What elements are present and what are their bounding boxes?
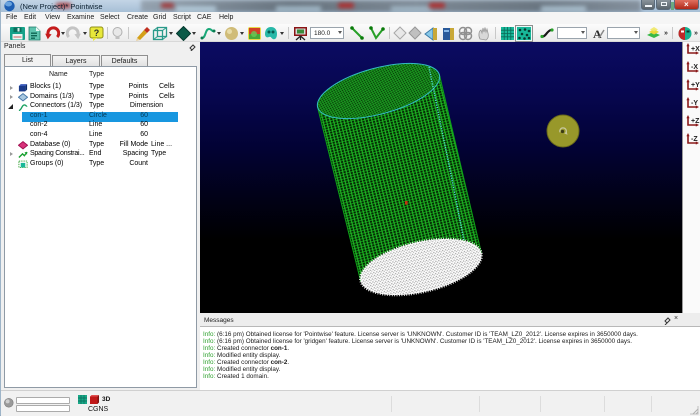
svg-text:+Y: +Y: [691, 82, 700, 89]
svg-text:+X: +X: [691, 46, 700, 53]
svg-text:-X: -X: [691, 64, 698, 71]
svg-text:?: ?: [94, 28, 100, 38]
svg-text:-Y: -Y: [691, 100, 698, 107]
svg-text:-Z: -Z: [691, 136, 698, 143]
svg-text:+Z: +Z: [691, 118, 700, 125]
